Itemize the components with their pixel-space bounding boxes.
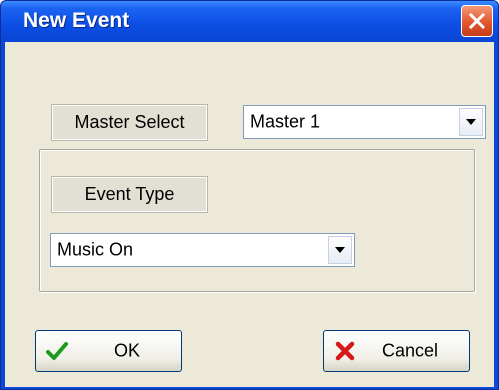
window-title: New Event bbox=[23, 9, 130, 32]
event-type-label: Event Type bbox=[51, 176, 208, 213]
ok-button[interactable]: OK bbox=[35, 330, 182, 372]
master-select-value: Master 1 bbox=[250, 111, 321, 132]
ok-button-label: OK bbox=[114, 340, 141, 361]
event-dropdown-button[interactable] bbox=[328, 236, 352, 264]
title-bar[interactable]: New Event bbox=[1, 1, 498, 42]
close-icon bbox=[468, 12, 486, 30]
event-type-dropdown[interactable]: Music On bbox=[50, 233, 355, 267]
master-select-dropdown[interactable]: Master 1 bbox=[243, 105, 486, 139]
event-group-box bbox=[39, 149, 475, 292]
dropdown-arrow-icon bbox=[466, 119, 476, 125]
cancel-button[interactable]: Cancel bbox=[323, 330, 470, 372]
event-type-value: Music On bbox=[57, 239, 134, 260]
x-icon bbox=[335, 341, 355, 361]
close-button[interactable] bbox=[461, 5, 493, 37]
cancel-button-label: Cancel bbox=[382, 340, 439, 361]
dropdown-arrow-icon bbox=[335, 247, 345, 253]
new-event-dialog: New Event Master Select Master 1 Event T… bbox=[0, 0, 499, 390]
master-select-label-text: Master Select bbox=[74, 112, 185, 132]
checkmark-icon bbox=[46, 342, 68, 360]
master-select-label: Master Select bbox=[51, 104, 208, 141]
dialog-body: Master Select Master 1 Event Type Music … bbox=[5, 42, 494, 387]
master-dropdown-button[interactable] bbox=[459, 108, 483, 136]
event-type-label-text: Event Type bbox=[84, 184, 175, 204]
